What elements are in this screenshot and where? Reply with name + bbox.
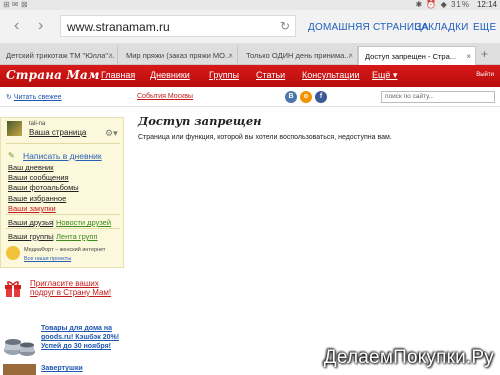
- read-fresh-link[interactable]: ↻ Читать свежее: [6, 93, 62, 101]
- pencil-icon: ✎: [8, 151, 15, 160]
- system-icons: ✱ ⏰ ◆ 31%: [415, 0, 470, 9]
- sidebar-item-groups-feed[interactable]: Лента групп: [56, 232, 98, 241]
- bookmarks-button[interactable]: ЗАКЛАДКИ: [415, 22, 469, 33]
- watermark: ДелаемПокупки.Ру: [323, 347, 494, 368]
- browser-tab[interactable]: Мир пряжи (заказ пряжи МО... ×: [120, 46, 238, 65]
- sub-header: ↻ Читать свежее События Москвы В о f пои…: [0, 88, 500, 107]
- divider: [6, 228, 120, 229]
- tab-label: Мир пряжи (заказ пряжи МО...: [126, 51, 232, 60]
- clock: 12:14: [476, 0, 497, 9]
- user-sidebar: tali-na Ваша страница ⚙▾ ✎ Написать в дн…: [0, 117, 124, 268]
- separator: |: [52, 218, 54, 227]
- sidebar-item-favorites[interactable]: Ваше избранное: [8, 194, 66, 203]
- close-icon[interactable]: ×: [228, 46, 233, 65]
- refresh-icon: ↻: [6, 94, 12, 101]
- sidebar-item-diary[interactable]: Ваш дневник: [8, 163, 54, 172]
- site-logo[interactable]: Страна Мам: [6, 68, 100, 82]
- promo-image[interactable]: [3, 364, 36, 375]
- new-tab-icon[interactable]: +: [481, 47, 488, 61]
- gear-icon[interactable]: ⚙▾: [105, 128, 118, 139]
- nav-consultations[interactable]: Консультации: [302, 70, 360, 80]
- facebook-icon[interactable]: f: [315, 91, 327, 103]
- divider: [6, 143, 120, 144]
- promo-zavertushki-link[interactable]: Завертушки: [41, 365, 83, 372]
- separator: |: [52, 232, 54, 241]
- status-bar: ⊞ ✉ ⊠ ✱ ⏰ ◆ 31% 12:14: [0, 0, 500, 10]
- my-page-link[interactable]: Ваша страница: [29, 128, 86, 137]
- sidebar-item-messages[interactable]: Ваши сообщения: [8, 173, 69, 182]
- nav-diaries[interactable]: Дневники: [150, 70, 190, 80]
- promo-goods-link[interactable]: Товары для дома на goods.ru! Кэшбэк 20%!…: [41, 324, 126, 351]
- home-page-button[interactable]: ДОМАШНЯЯ СТРАНИЦА: [308, 22, 429, 33]
- browser-toolbar: ‹ › www.stranamam.ru ↻ ДОМАШНЯЯ СТРАНИЦА…: [0, 10, 500, 43]
- events-link[interactable]: События Москвы: [137, 93, 193, 100]
- access-denied-message: Страница или функция, которой вы хотели …: [138, 134, 392, 141]
- site-search-input[interactable]: поиск по сайту...: [381, 91, 495, 103]
- sidebar-item-groups[interactable]: Ваши группы: [8, 232, 54, 241]
- forward-icon[interactable]: ›: [38, 18, 43, 34]
- page-title: Доступ запрещен: [138, 114, 262, 128]
- screen: ⊞ ✉ ⊠ ✱ ⏰ ◆ 31% 12:14 ‹ › www.stranamam.…: [0, 0, 500, 375]
- browser-tab[interactable]: Детский трикотаж ТМ "Юлла"... ×: [0, 46, 118, 65]
- sidebar-item-friends[interactable]: Ваши друзья: [8, 218, 53, 227]
- tab-strip: Детский трикотаж ТМ "Юлла"... × Мир пряжи…: [0, 43, 500, 65]
- sidebar-item-photo-albums[interactable]: Ваши фотоальбомы: [8, 183, 79, 192]
- gift-icon: [5, 281, 21, 297]
- close-icon[interactable]: ×: [466, 47, 471, 65]
- back-icon[interactable]: ‹: [14, 18, 19, 34]
- url-text: www.stranamam.ru: [67, 20, 170, 34]
- username: tali-na: [29, 121, 46, 127]
- write-diary-link[interactable]: Написать в дневник: [23, 151, 102, 161]
- all-projects-link[interactable]: Все наши проекты: [24, 256, 71, 262]
- sidebar-item-purchases[interactable]: Ваши закупки: [8, 204, 56, 213]
- sidebar-item-friends-news[interactable]: Новости друзей: [56, 218, 111, 227]
- nav-articles[interactable]: Статьи: [256, 70, 285, 80]
- nav-more[interactable]: Ещё ▾: [372, 70, 397, 81]
- tab-label: Только ОДИН день принима...: [246, 51, 351, 60]
- address-bar[interactable]: www.stranamam.ru ↻: [60, 15, 296, 37]
- invite-friends-link[interactable]: Пригласите ваших подруг в Страну Мам!: [30, 279, 120, 297]
- more-button[interactable]: ЕЩЕ: [473, 22, 496, 33]
- vk-icon[interactable]: В: [285, 91, 297, 103]
- notification-icons: ⊞ ✉ ⊠: [3, 0, 28, 9]
- mediafort-text: МедиаФорт – женский интернет: [24, 247, 106, 253]
- divider: [6, 214, 120, 215]
- browser-tab-active[interactable]: Доступ запрещен - Стра... ×: [358, 46, 476, 65]
- read-fresh-label: Читать свежее: [13, 94, 62, 101]
- browser-tab[interactable]: Только ОДИН день принима... ×: [240, 46, 358, 65]
- mediafort-icon[interactable]: [6, 246, 20, 260]
- close-icon[interactable]: ×: [108, 46, 113, 65]
- tab-label: Детский трикотаж ТМ "Юлла"...: [6, 51, 115, 60]
- odnoklassniki-icon[interactable]: о: [300, 91, 312, 103]
- close-icon[interactable]: ×: [348, 46, 353, 65]
- nav-home[interactable]: Главная: [101, 70, 135, 80]
- nav-groups[interactable]: Группы: [209, 70, 239, 80]
- tab-label: Доступ запрещен - Стра...: [365, 52, 457, 61]
- reload-icon[interactable]: ↻: [280, 19, 290, 33]
- avatar[interactable]: [7, 121, 22, 136]
- site-header: Страна Мам Главная Дневники Группы Стать…: [0, 65, 500, 87]
- logout-link[interactable]: Выйти: [476, 72, 494, 78]
- cookware-image[interactable]: [3, 328, 36, 358]
